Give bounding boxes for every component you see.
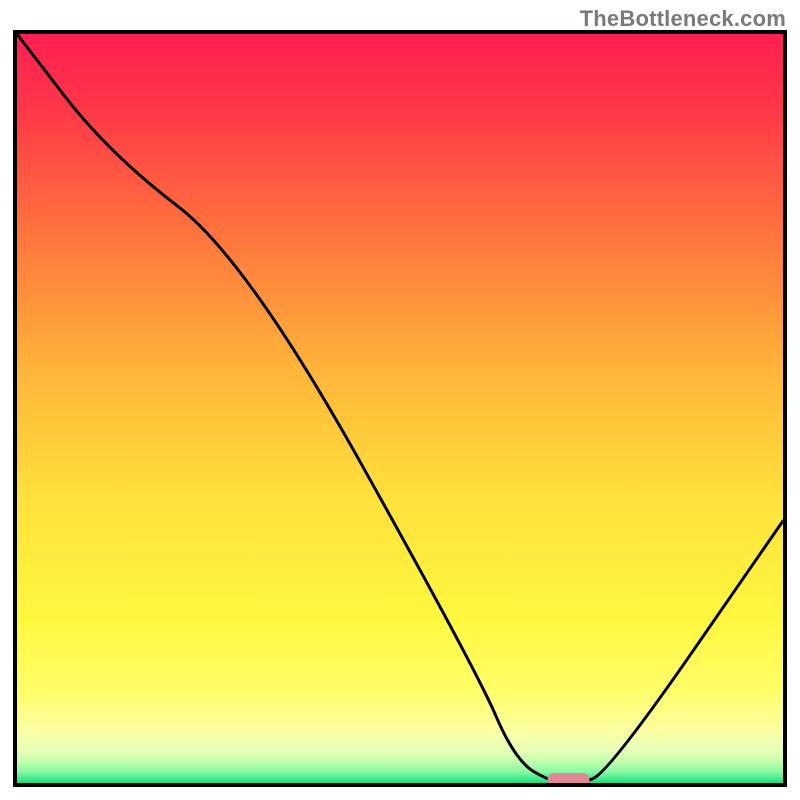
chart-marker-layer <box>17 34 783 783</box>
optimal-marker <box>548 773 590 783</box>
chart-container: TheBottleneck.com <box>0 0 800 800</box>
chart-frame <box>13 30 787 787</box>
watermark-text: TheBottleneck.com <box>580 6 786 32</box>
